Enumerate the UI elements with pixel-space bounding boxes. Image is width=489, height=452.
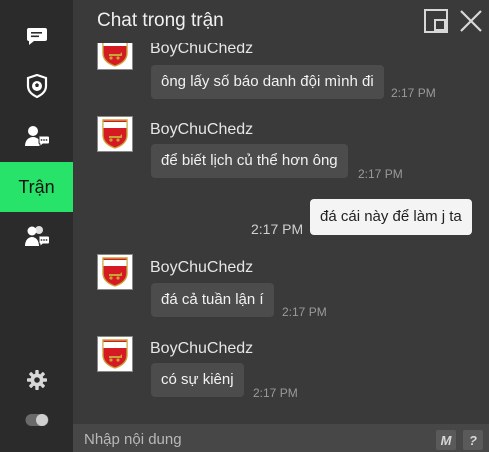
header: Chat trong trận <box>73 0 489 43</box>
message-sender: BoyChuChedz <box>150 121 254 138</box>
window-title: Chat trong trận <box>97 10 224 31</box>
close-icon <box>460 10 482 32</box>
toggle-icon <box>25 414 48 426</box>
close-button[interactable] <box>458 8 484 34</box>
arsenal-crest-icon <box>102 257 128 287</box>
group-chat-icon <box>24 226 50 248</box>
arsenal-crest-icon <box>102 43 128 67</box>
sidebar-item-chat[interactable] <box>0 11 73 61</box>
avatar <box>97 254 133 290</box>
message-sender: BoyChuChedz <box>150 259 254 276</box>
sidebar-item-match[interactable]: Trận <box>0 162 73 212</box>
popout-icon <box>424 9 448 33</box>
help-button[interactable]: ? <box>463 430 483 450</box>
sidebar-item-group[interactable] <box>0 211 73 261</box>
message-bubble: có sự kiênj <box>151 363 244 397</box>
sidebar-item-label: Trận <box>18 176 55 197</box>
shield-ball-icon <box>26 74 47 98</box>
macro-button[interactable]: M <box>436 430 456 450</box>
chat-window: Trận Chat trong trận BoyChuChedz ông lấy… <box>0 0 489 452</box>
message-time: 2:17 PM <box>253 386 298 400</box>
message-input[interactable] <box>84 428 424 450</box>
sidebar: Trận <box>0 0 73 452</box>
message-bubble: ông lấy số báo danh đội mình đi <box>151 65 384 99</box>
sidebar-item-team[interactable] <box>0 61 73 111</box>
message-bubble-mine: đá cái này để làm j ta <box>310 199 472 235</box>
popout-button[interactable] <box>423 8 449 34</box>
avatar <box>97 43 133 70</box>
message-time: 2:17 PM <box>282 305 327 319</box>
avatar <box>97 336 133 372</box>
message-time: 2:17 PM <box>358 167 403 181</box>
avatar <box>97 116 133 152</box>
message-time: 2:17 PM <box>251 221 304 237</box>
arsenal-crest-icon <box>102 339 128 369</box>
arsenal-crest-icon <box>102 119 128 149</box>
chat-bubble-icon <box>26 28 47 45</box>
toggle-switch[interactable] <box>0 395 73 445</box>
input-bar: M ? <box>73 424 489 452</box>
person-chat-icon <box>24 126 50 148</box>
gear-icon <box>26 370 47 390</box>
message-list[interactable]: BoyChuChedz ông lấy số báo danh đội mình… <box>73 43 489 424</box>
sidebar-item-friends[interactable] <box>0 111 73 161</box>
message-sender: BoyChuChedz <box>150 43 254 57</box>
message-bubble: để biết lịch củ thể hơn ông <box>151 144 348 178</box>
message-bubble: đá cả tuần lận í <box>151 283 274 317</box>
message-sender: BoyChuChedz <box>150 340 254 357</box>
message-time: 2:17 PM <box>391 86 436 100</box>
